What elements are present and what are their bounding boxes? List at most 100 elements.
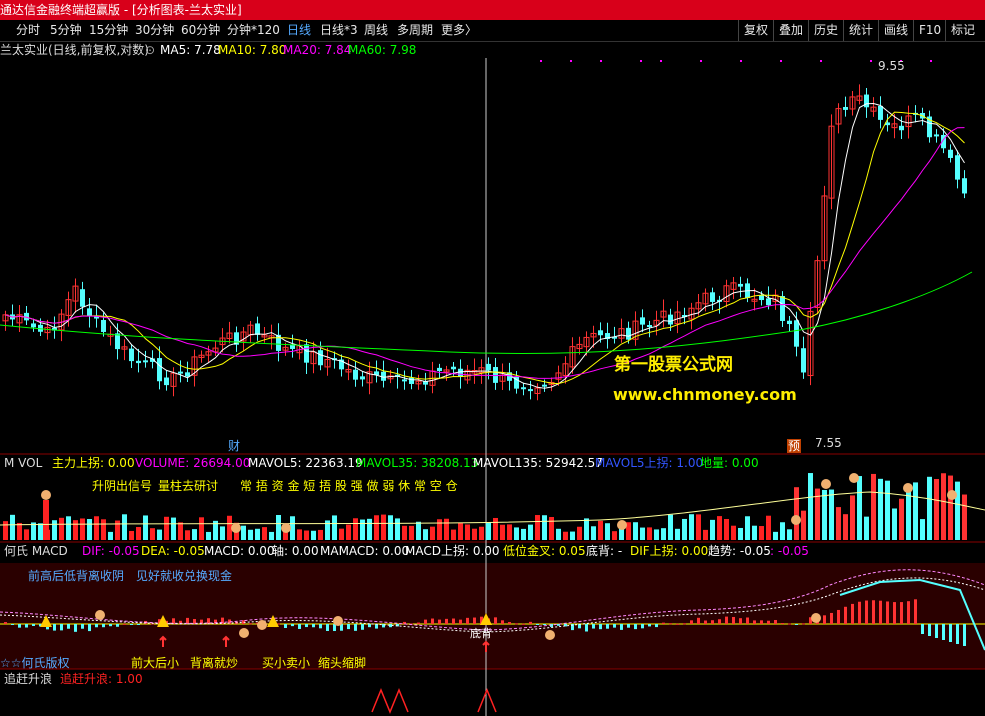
- volume-bar: [206, 531, 211, 540]
- volume-bar: [486, 522, 491, 540]
- macd-bar: [501, 620, 504, 624]
- volume-bar: [115, 520, 120, 540]
- volume-bar: [24, 529, 29, 540]
- volume-bar: [549, 517, 554, 540]
- macd-bar: [599, 624, 602, 630]
- volume-bar: [605, 523, 610, 540]
- macd-bar: [956, 624, 959, 644]
- macd-bar: [851, 603, 854, 624]
- signal-dot: [570, 60, 572, 62]
- volume-bar: [878, 478, 883, 540]
- candle-body-down: [899, 125, 904, 131]
- candle-body-down: [528, 389, 533, 392]
- volume-bar: [633, 522, 638, 540]
- volume-bar: [577, 526, 582, 540]
- vol-ind-mavol5: MAVOL5: 22363.19: [248, 456, 363, 470]
- macd-bar: [718, 619, 721, 624]
- macd-bar: [732, 616, 735, 624]
- volume-bar: [409, 525, 414, 540]
- ma10-line: [5, 111, 965, 385]
- volume-bar: [808, 473, 813, 540]
- volume-bar: [339, 528, 344, 540]
- macd-bar: [655, 624, 658, 628]
- macd-bar: [473, 617, 476, 624]
- macd-bar: [760, 620, 763, 624]
- volume-bar: [297, 529, 302, 540]
- volume-bar: [654, 529, 659, 540]
- volume-bar: [444, 518, 449, 540]
- volume-bar: [73, 520, 78, 540]
- macd-ind-macd: MACD: 0.00: [204, 544, 275, 558]
- volume-bar: [934, 479, 939, 540]
- candle-body-down: [353, 369, 358, 380]
- macd-hand-icon: [333, 616, 343, 626]
- macd-bar: [767, 620, 770, 624]
- macd-bar: [613, 624, 616, 628]
- vol-ind-mavol135: MAVOL135: 52942.57: [473, 456, 603, 470]
- forecast-marker[interactable]: 预: [787, 439, 802, 453]
- candle-body-down: [31, 323, 36, 328]
- volume-bar: [731, 525, 736, 540]
- macd-panel-name: 何氏 MACD: [4, 544, 68, 558]
- macd-bar: [452, 618, 455, 624]
- volume-bar: [3, 521, 8, 540]
- macd-bar: [942, 624, 945, 640]
- candle-body-down: [710, 292, 715, 302]
- volume-bar: [318, 529, 323, 540]
- volume-bar: [122, 514, 127, 540]
- vol-ind-mavol35: MAVOL35: 38208.13: [356, 456, 479, 470]
- chase-wave-line: [371, 688, 497, 714]
- candle-body-down: [542, 384, 547, 387]
- volume-bar: [255, 528, 260, 540]
- macd-bar: [774, 619, 777, 624]
- collapse-icon[interactable]: ⊙: [145, 43, 155, 57]
- macd-bar: [515, 623, 518, 625]
- volume-bar: [871, 473, 876, 540]
- volume-bar: [752, 525, 757, 540]
- volume-bar: [360, 519, 365, 540]
- volume-bar: [87, 519, 92, 540]
- ma20-line: [5, 127, 965, 379]
- volume-bar: [927, 476, 932, 540]
- vol-panel-name: M VOL: [4, 456, 43, 470]
- volume-bar: [717, 516, 722, 540]
- vol-ind-mavol5-up: MAVOL5上拐: 1.00: [595, 456, 704, 470]
- signal-dot: [660, 60, 662, 62]
- macd-bar: [109, 624, 112, 627]
- volume-bar: [920, 519, 925, 540]
- chart-canvas[interactable]: [0, 0, 985, 716]
- candle-body-down: [647, 325, 652, 328]
- macd-hand-icon: [95, 610, 105, 620]
- macd-bar: [312, 624, 315, 628]
- volume-bar: [59, 517, 64, 540]
- volume-bar: [220, 526, 225, 540]
- macd-bar: [830, 612, 833, 624]
- macd-bar: [11, 624, 14, 625]
- candle-body-down: [934, 134, 939, 137]
- volume-bar: [787, 529, 792, 540]
- macd-bar: [900, 602, 903, 624]
- candle-body-down: [759, 295, 764, 301]
- volume-bar: [892, 508, 897, 540]
- volume-bar: [780, 522, 785, 540]
- candle-body-down: [178, 371, 183, 374]
- finance-marker[interactable]: 财: [228, 439, 240, 453]
- macd-bottom-marker: 底背: [470, 627, 492, 640]
- macd-bar: [634, 624, 637, 630]
- volume-bar: [836, 507, 841, 540]
- candle-body-down: [129, 348, 134, 362]
- macd-bar: [53, 624, 56, 631]
- candle-body-down: [360, 376, 365, 380]
- macd-bar: [865, 600, 868, 624]
- vol-note-1: 升阴出信号: [92, 479, 153, 493]
- volume-bar: [710, 519, 715, 540]
- volume-bar: [269, 531, 274, 540]
- macd-bar: [445, 618, 448, 624]
- volume-bar: [724, 518, 729, 540]
- candle-body-down: [640, 317, 645, 325]
- volume-bar: [703, 529, 708, 540]
- volume-bar: [941, 473, 946, 540]
- macd-bar: [522, 623, 525, 625]
- volume-bar: [150, 528, 155, 540]
- candle-body-down: [402, 379, 407, 382]
